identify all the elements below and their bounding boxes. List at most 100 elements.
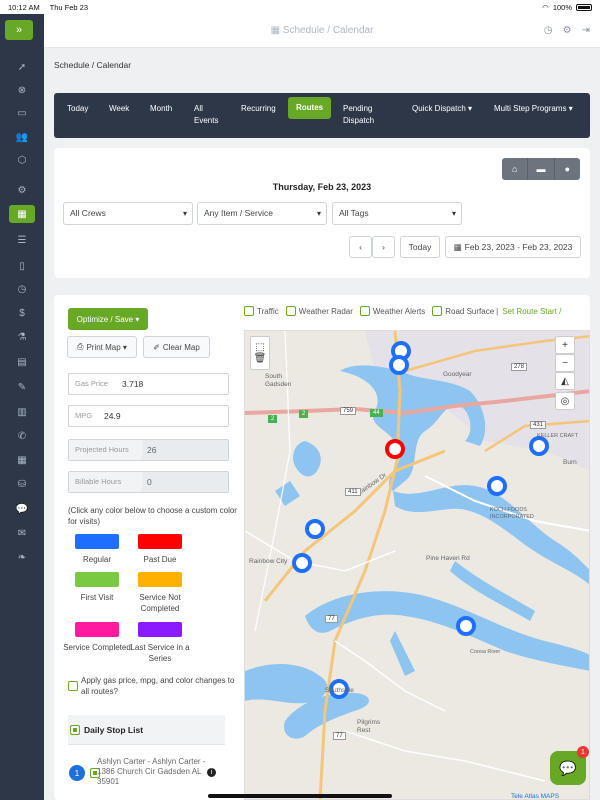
- info-icon[interactable]: i: [207, 768, 216, 777]
- tab-today[interactable]: Today: [67, 103, 88, 115]
- item-service-select[interactable]: Any Item / Service: [197, 202, 327, 225]
- dollar-icon[interactable]: $: [9, 304, 35, 322]
- print-map-button[interactable]: ⎙ Print Map ▾: [67, 336, 137, 358]
- map-label-goodyear: Goodyear: [443, 371, 472, 378]
- select-area-icon[interactable]: ⬚: [255, 342, 264, 353]
- monitor-icon[interactable]: ▭: [9, 104, 35, 122]
- swatch-first-visit[interactable]: [75, 572, 119, 587]
- history-icon[interactable]: ◷: [544, 25, 553, 36]
- layer-weather-alerts[interactable]: Weather Alerts: [359, 306, 425, 316]
- leaf-icon[interactable]: ❧: [9, 548, 35, 566]
- layer-road-surface[interactable]: Road Surface: [432, 306, 494, 316]
- set-route-start-link[interactable]: Set Route Start /: [502, 307, 561, 316]
- home-icon[interactable]: ⌂: [502, 158, 529, 180]
- road-77b: 77: [333, 732, 346, 740]
- calendar-icon[interactable]: ▦: [9, 205, 35, 223]
- apply-checkbox[interactable]: [68, 681, 78, 691]
- tab-pending-dispatch[interactable]: Pending Dispatch: [343, 103, 374, 127]
- chart-icon[interactable]: ▥: [9, 403, 35, 421]
- comments-icon[interactable]: 💬: [9, 500, 35, 518]
- clipboard-icon[interactable]: ▯: [9, 257, 35, 275]
- edit-icon[interactable]: ✎: [9, 378, 35, 396]
- zoom-in-button[interactable]: +: [555, 336, 575, 354]
- swatch-service-completed[interactable]: [75, 622, 119, 637]
- clear-map-button[interactable]: ✐ Clear Map: [143, 336, 210, 358]
- clock-icon[interactable]: ◷: [9, 280, 35, 298]
- draw-tools: ⬚ 🗑: [250, 336, 270, 370]
- swatch-label-service-not-completed: Service Not Completed: [139, 593, 181, 613]
- tab-week[interactable]: Week: [109, 103, 129, 115]
- next-day-button[interactable]: ›: [372, 236, 395, 258]
- battery-icon: [576, 3, 592, 11]
- invoice-icon[interactable]: ▤: [9, 353, 35, 371]
- stop-address: Ashlyn Carter - Ashlyn Carter - 1386 Chu…: [97, 757, 206, 786]
- layer-weather-radar[interactable]: Weather Radar: [285, 306, 353, 316]
- map-label-southside: Southside: [325, 687, 354, 694]
- road-surface-checkbox[interactable]: [432, 306, 443, 316]
- chevron-right-icon: ›: [382, 242, 385, 252]
- rocket-icon[interactable]: ➚: [9, 58, 35, 76]
- box-icon[interactable]: ⬡: [9, 151, 35, 169]
- logout-icon[interactable]: ⇥: [582, 25, 590, 36]
- map-label-coosa-river: Coosa River: [470, 649, 501, 655]
- quick-dispatch-dropdown[interactable]: Quick Dispatch ▾: [412, 103, 472, 115]
- envelope-icon[interactable]: ✉: [9, 524, 35, 542]
- map-label-rainbow-city: Rainbow City: [249, 558, 288, 565]
- tab-recurring[interactable]: Recurring: [241, 103, 276, 115]
- apply-to-all-routes: Apply gas price, mpg, and color changes …: [68, 675, 243, 697]
- trash-icon[interactable]: 🗑: [254, 353, 267, 364]
- home-indicator: [208, 794, 392, 798]
- list-icon[interactable]: ☰: [9, 231, 35, 249]
- calculator-icon[interactable]: ▦: [9, 451, 35, 469]
- cogs-icon[interactable]: ⚙: [9, 181, 35, 199]
- swatch-label-past-due: Past Due: [143, 555, 177, 564]
- weather-alerts-checkbox[interactable]: [359, 306, 370, 316]
- sidebar: » ➚ ⊗ ▭ 👥 ⬡ ⚙ ▦ ☰ ▯ ◷ $ ⚗ ▤ ✎ ▥ ✆ ▦ ⛁ 💬 …: [0, 14, 44, 800]
- swatch-past-due[interactable]: [138, 534, 182, 549]
- traffic-checkbox[interactable]: [244, 306, 254, 316]
- zoom-out-button[interactable]: −: [555, 354, 575, 372]
- road-44: 44: [370, 409, 383, 417]
- gas-price-field[interactable]: Gas Price 3.718: [68, 373, 229, 395]
- tab-month[interactable]: Month: [150, 103, 172, 115]
- truck-icon[interactable]: ▬: [528, 158, 555, 180]
- stop-number-badge: 1: [69, 765, 85, 781]
- tab-all-events[interactable]: All Events: [194, 103, 218, 127]
- flask-icon[interactable]: ⚗: [9, 328, 35, 346]
- support-icon[interactable]: ⊗: [9, 81, 35, 99]
- swatch-label-last-service: Last Service in a Series: [130, 643, 190, 663]
- tab-routes[interactable]: Routes: [288, 97, 332, 119]
- phone-icon[interactable]: ✆: [9, 427, 35, 445]
- crews-select[interactable]: All Crews: [63, 202, 193, 225]
- route-map[interactable]: South Gadsden Rainbow City Pine Haven Rd …: [244, 330, 590, 800]
- database-icon[interactable]: ⛁: [9, 475, 35, 493]
- prev-day-button[interactable]: ‹: [349, 236, 372, 258]
- battery-percent: 100%: [552, 2, 572, 12]
- tags-select[interactable]: All Tags: [332, 202, 462, 225]
- user-icon[interactable]: ●: [555, 158, 580, 180]
- layer-traffic[interactable]: Traffic: [244, 306, 279, 316]
- multi-step-programs-dropdown[interactable]: Multi Step Programs ▾: [494, 103, 573, 115]
- gear-icon[interactable]: ⚙: [563, 25, 572, 36]
- swatch-regular[interactable]: [75, 534, 119, 549]
- view-toggle-group: ⌂ ▬ ●: [502, 158, 580, 180]
- locate-icon[interactable]: ◎: [555, 392, 575, 410]
- users-icon[interactable]: 👥: [9, 128, 35, 146]
- date-range-picker[interactable]: ▦ Feb 23, 2023 - Feb 23, 2023: [445, 236, 581, 258]
- brush-icon: ✐: [153, 342, 160, 352]
- swatch-service-not-completed[interactable]: [138, 572, 182, 587]
- swatch-last-service[interactable]: [138, 622, 182, 637]
- mpg-field[interactable]: MPG 24.9: [68, 405, 229, 427]
- compass-icon[interactable]: ◭: [555, 372, 575, 390]
- daily-stop-checkbox[interactable]: [70, 724, 80, 735]
- weather-radar-checkbox[interactable]: [285, 306, 296, 316]
- route-card: Optimize / Save ▾ ⎙ Print Map ▾ ✐ Clear Ma…: [54, 295, 590, 800]
- calendar-nav: Today Week Month All Events Recurring Ro…: [54, 93, 590, 138]
- sidebar-toggle-button[interactable]: »: [5, 20, 33, 40]
- today-button[interactable]: Today: [400, 236, 440, 258]
- map-label-south-gadsden: South Gadsden: [265, 373, 292, 388]
- chat-icon: 💬: [559, 759, 577, 776]
- optimize-save-button[interactable]: Optimize / Save ▾: [68, 308, 148, 330]
- calendar-small-icon: ▦: [453, 241, 462, 252]
- date-heading: Thursday, Feb 23, 2023: [272, 182, 372, 192]
